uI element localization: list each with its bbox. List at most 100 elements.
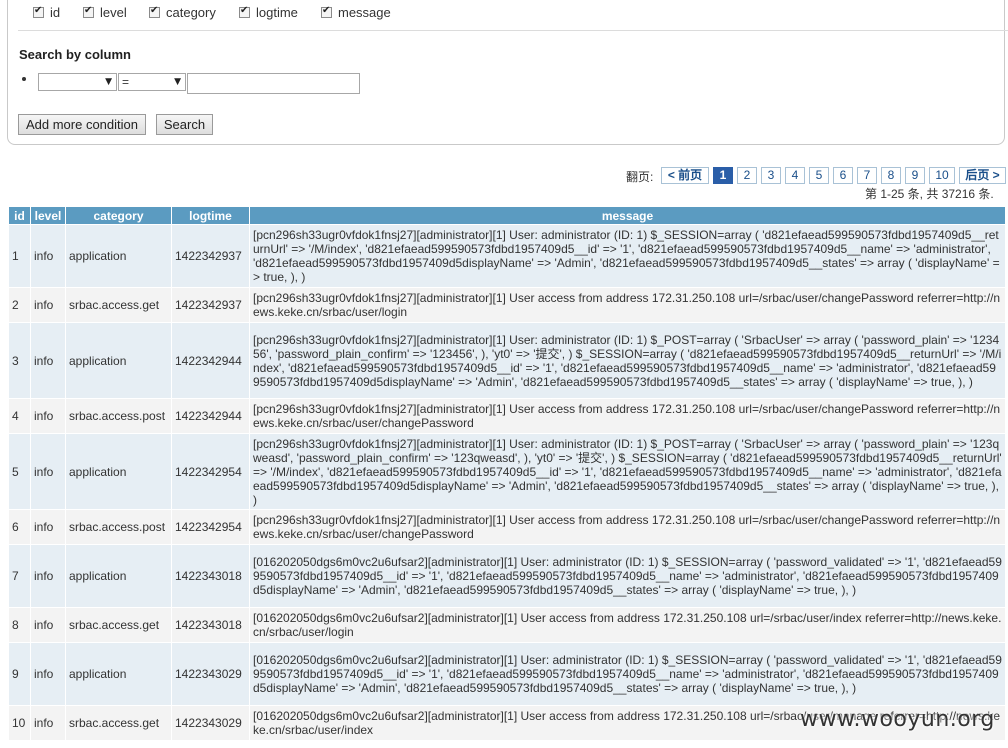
operator-select-value: = — [122, 75, 130, 89]
toggle-level[interactable]: level — [83, 3, 127, 21]
table-row: 9 info application 1422343029 [016202050… — [9, 643, 1005, 705]
cell-logtime: 1422343018 — [172, 545, 249, 607]
cell-message: [pcn296sh33ugr0vfdok1fnsj27][administrat… — [250, 323, 1005, 398]
cell-message: [pcn296sh33ugr0vfdok1fnsj27][administrat… — [250, 288, 1005, 322]
page-link-10[interactable]: 10 — [929, 167, 955, 184]
cell-level: info — [31, 288, 65, 322]
cell-category: application — [66, 225, 171, 287]
cell-level: info — [31, 510, 65, 544]
page-link-3[interactable]: 3 — [761, 167, 781, 184]
toggle-logtime[interactable]: logtime — [239, 3, 298, 21]
table-row: 7 info application 1422343018 [016202050… — [9, 545, 1005, 607]
toggle-category-label: category — [166, 4, 216, 20]
toggle-level-label: level — [100, 4, 127, 20]
cell-category: application — [66, 545, 171, 607]
cell-level: info — [31, 399, 65, 433]
cell-logtime: 1422343018 — [172, 608, 249, 642]
checkbox-id[interactable] — [33, 5, 44, 18]
cell-message: [pcn296sh33ugr0vfdok1fnsj27][administrat… — [250, 225, 1005, 287]
cell-logtime: 1422342937 — [172, 225, 249, 287]
add-condition-button[interactable]: Add more condition — [18, 114, 146, 135]
table-row: 8 info srbac.access.get 1422343018 [0162… — [9, 608, 1005, 642]
cell-category: srbac.access.post — [66, 399, 171, 433]
checkbox-category[interactable] — [149, 5, 160, 18]
cell-category: srbac.access.get — [66, 706, 171, 740]
toggle-message-label: message — [338, 4, 391, 20]
search-title: Search by column — [19, 47, 131, 62]
cell-id: 1 — [9, 225, 30, 287]
page-link-1[interactable]: 1 — [713, 167, 733, 184]
column-select[interactable]: ▼ — [38, 73, 117, 91]
condition-row: ▼ = ▼ — [22, 72, 422, 94]
page-link-4[interactable]: 4 — [785, 167, 805, 184]
cell-category: application — [66, 434, 171, 509]
column-visibility-toggles: id level category logtime message — [25, 0, 1005, 26]
page-link-6[interactable]: 6 — [833, 167, 853, 184]
header-message[interactable]: message — [250, 207, 1005, 224]
log-table: id level category logtime message 1 info… — [8, 206, 1006, 741]
chevron-down-icon: ▼ — [105, 77, 112, 87]
cell-message: [016202050dgs6m0vc2u6ufsar2][administrat… — [250, 608, 1005, 642]
checkbox-level[interactable] — [83, 5, 94, 18]
toggle-message[interactable]: message — [321, 3, 391, 21]
chevron-down-icon: ▼ — [174, 77, 181, 87]
next-page-link[interactable]: 后页 > — [959, 167, 1006, 184]
table-row: 2 info srbac.access.get 1422342937 [pcn2… — [9, 288, 1005, 322]
toggle-id[interactable]: id — [33, 3, 60, 21]
prev-page-link[interactable]: < 前页 — [661, 167, 709, 184]
cell-level: info — [31, 225, 65, 287]
cell-message: [016202050dgs6m0vc2u6ufsar2][administrat… — [250, 643, 1005, 705]
cell-id: 6 — [9, 510, 30, 544]
cell-level: info — [31, 545, 65, 607]
cell-logtime: 1422343029 — [172, 643, 249, 705]
pagination: 翻页: < 前页 1 2 3 4 5 6 7 8 9 10 后页 > — [0, 167, 1008, 187]
checkbox-message[interactable] — [321, 5, 332, 18]
cell-id: 10 — [9, 706, 30, 740]
header-id[interactable]: id — [9, 207, 30, 224]
page-link-7[interactable]: 7 — [857, 167, 877, 184]
cell-id: 3 — [9, 323, 30, 398]
table-row: 6 info srbac.access.post 1422342954 [pcn… — [9, 510, 1005, 544]
cell-message: [016202050dgs6m0vc2u6ufsar2][administrat… — [250, 545, 1005, 607]
table-header-row: id level category logtime message — [9, 207, 1005, 224]
search-value-input[interactable] — [187, 73, 360, 94]
cell-id: 4 — [9, 399, 30, 433]
toggle-category[interactable]: category — [149, 3, 216, 21]
result-summary: 第 1-25 条, 共 37216 条. — [865, 187, 994, 201]
cell-level: info — [31, 434, 65, 509]
cell-level: info — [31, 323, 65, 398]
table-row: 3 info application 1422342944 [pcn296sh3… — [9, 323, 1005, 398]
cell-logtime: 1422342954 — [172, 434, 249, 509]
watermark: www.wooyun.org — [800, 707, 995, 732]
operator-select[interactable]: = ▼ — [118, 73, 186, 91]
cell-logtime: 1422342944 — [172, 399, 249, 433]
table-row: 4 info srbac.access.post 1422342944 [pcn… — [9, 399, 1005, 433]
toggle-logtime-label: logtime — [256, 4, 298, 20]
cell-category: srbac.access.get — [66, 608, 171, 642]
cell-category: application — [66, 323, 171, 398]
table-row: 5 info application 1422342954 [pcn296sh3… — [9, 434, 1005, 509]
cell-logtime: 1422343029 — [172, 706, 249, 740]
page-link-2[interactable]: 2 — [737, 167, 757, 184]
cell-category: srbac.access.post — [66, 510, 171, 544]
page-link-5[interactable]: 5 — [809, 167, 829, 184]
cell-level: info — [31, 706, 65, 740]
toggle-id-label: id — [50, 4, 61, 20]
cell-category: application — [66, 643, 171, 705]
cell-level: info — [31, 643, 65, 705]
header-category[interactable]: category — [66, 207, 171, 224]
pagination-label: 翻页: — [626, 170, 654, 184]
search-button[interactable]: Search — [156, 114, 213, 135]
list-bullet — [22, 77, 26, 81]
header-level[interactable]: level — [31, 207, 65, 224]
header-logtime[interactable]: logtime — [172, 207, 249, 224]
cell-id: 8 — [9, 608, 30, 642]
cell-message: [pcn296sh33ugr0vfdok1fnsj27][administrat… — [250, 434, 1005, 509]
checkbox-logtime[interactable] — [239, 5, 250, 18]
page-link-9[interactable]: 9 — [905, 167, 925, 184]
cell-id: 9 — [9, 643, 30, 705]
cell-id: 2 — [9, 288, 30, 322]
page-link-8[interactable]: 8 — [881, 167, 901, 184]
cell-logtime: 1422342937 — [172, 288, 249, 322]
cell-level: info — [31, 608, 65, 642]
